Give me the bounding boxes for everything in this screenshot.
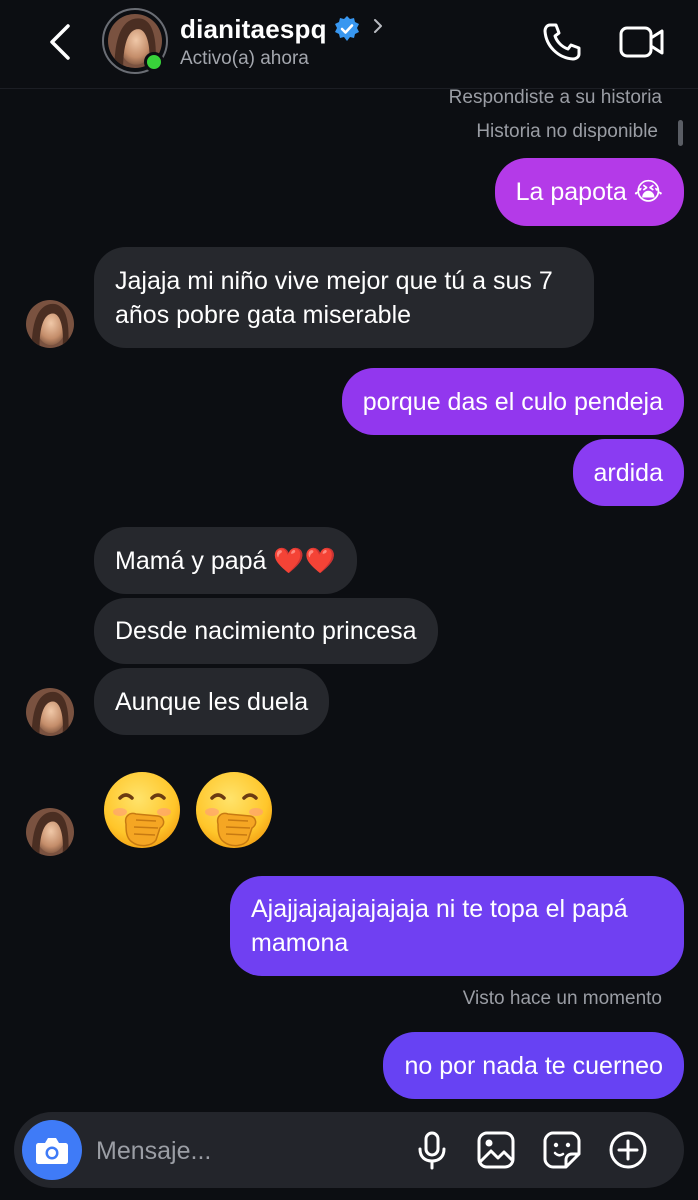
incoming-message[interactable]: Mamá y papá ❤️❤️: [94, 527, 357, 594]
username: dianitaespq: [180, 13, 327, 44]
outgoing-message[interactable]: ardida: [572, 439, 684, 506]
message-text: ardida: [593, 458, 664, 487]
outgoing-message[interactable]: La papota 😭: [494, 158, 684, 226]
message-text: La papota 😭: [515, 178, 663, 206]
microphone-icon[interactable]: [412, 1130, 452, 1170]
gallery-icon[interactable]: [476, 1130, 516, 1170]
message-text: Desde nacimiento princesa: [115, 617, 417, 645]
message-text: Jajaja mi niño vive mejor que tú a sus 7…: [115, 266, 553, 329]
camera-icon: [36, 1138, 68, 1164]
sender-avatar[interactable]: [26, 688, 74, 736]
outgoing-message[interactable]: porque das el culo pendeja: [341, 368, 684, 435]
message-input[interactable]: [94, 1132, 398, 1170]
incoming-message[interactable]: Desde nacimiento princesa: [94, 598, 438, 664]
active-status: Activo(a) ahora: [180, 48, 309, 69]
incoming-message[interactable]: Jajaja mi niño vive mejor que tú a sus 7…: [94, 247, 594, 348]
story-unavailable-label: Historia no disponible: [476, 121, 658, 142]
hand-over-mouth-emoji-icon[interactable]: [192, 768, 276, 852]
chat-header: dianitaespq Activo(a) ahora: [0, 0, 698, 89]
outgoing-message[interactable]: Ajajjajajajajajaja ni te topa el papá ma…: [230, 876, 684, 976]
incoming-message[interactable]: Aunque les duela: [94, 668, 330, 735]
username-row[interactable]: dianitaespq: [180, 12, 387, 46]
video-call-icon[interactable]: [618, 22, 666, 62]
message-composer: [14, 1112, 684, 1188]
message-text: porque das el culo pendeja: [362, 387, 663, 416]
message-text: Ajajjajajajajajaja ni te topa el papá ma…: [251, 895, 628, 957]
chevron-right-icon: [373, 19, 382, 33]
sticker-icon[interactable]: [542, 1130, 582, 1170]
phone-icon[interactable]: [540, 20, 584, 64]
camera-button[interactable]: [22, 1120, 82, 1180]
dm-screen: dianitaespq Activo(a) ahora Respondiste …: [0, 0, 698, 1200]
message-text: Mamá y papá ❤️❤️: [115, 546, 336, 575]
outgoing-message[interactable]: no por nada te cuerneo: [383, 1032, 684, 1099]
story-reply-label: Respondiste a su historia: [448, 87, 662, 108]
seen-label: Visto hace un momento: [462, 988, 662, 1009]
add-plus-icon[interactable]: [608, 1130, 648, 1170]
message-text: Aunque les duela: [115, 687, 309, 716]
verified-badge-icon: [334, 16, 359, 41]
back-arrow-icon[interactable]: [42, 18, 82, 66]
scrollbar[interactable]: [678, 120, 683, 146]
sender-avatar[interactable]: [26, 300, 74, 348]
hand-over-mouth-emoji-icon[interactable]: [100, 768, 184, 852]
sender-avatar[interactable]: [26, 808, 74, 856]
online-status-dot: [144, 52, 164, 72]
message-text: no por nada te cuerneo: [404, 1051, 663, 1080]
